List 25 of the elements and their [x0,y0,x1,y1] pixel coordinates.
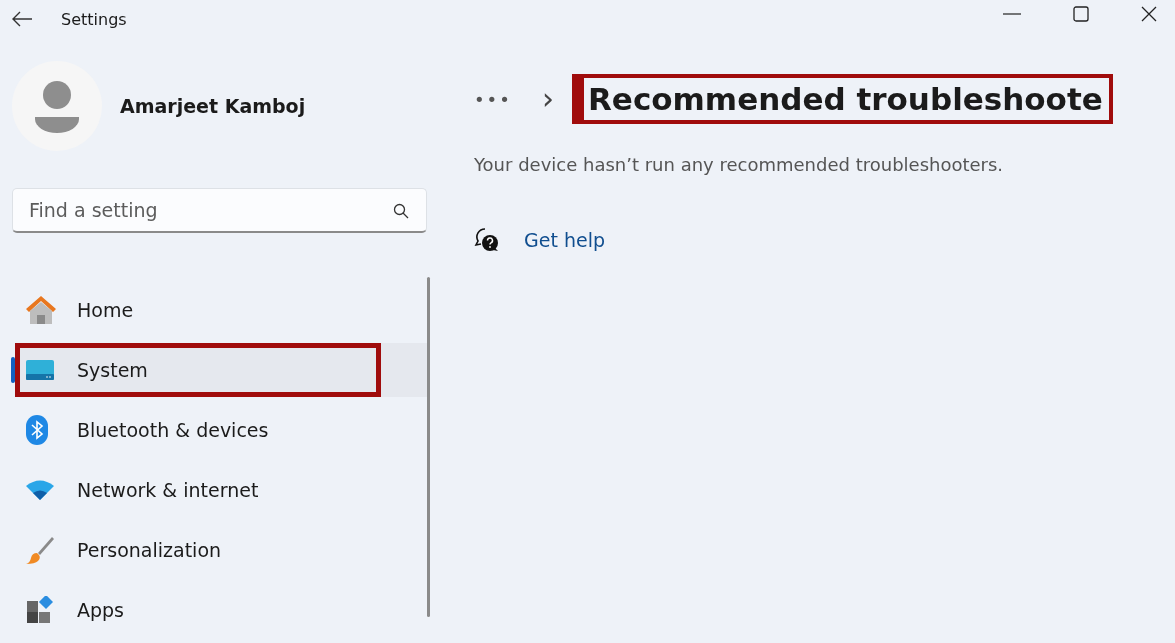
avatar-icon [12,61,102,151]
close-icon[interactable] [1141,6,1157,22]
page-title: Recommended troubleshoote [572,74,1113,125]
nav-item[interactable]: Apps [15,583,427,637]
wifi-icon [25,479,55,501]
search-icon[interactable] [393,203,409,219]
monitor-icon [25,359,55,381]
user-name: Amarjeet Kamboj [120,95,306,117]
house-icon [25,295,57,325]
chevron-icon: › [542,84,572,115]
bluetooth-icon [25,415,49,445]
get-help-link[interactable]: Get help [524,229,605,252]
status-message: Your device hasn’t run any recommended troubleshooters. [474,154,1005,176]
more-button[interactable]: ••• [474,88,542,110]
search-field[interactable]: Find a setting [12,188,427,233]
nav-item[interactable]: Personalization [15,523,427,577]
maximize-icon[interactable] [1073,6,1089,22]
apps-icon [25,596,53,624]
window-title: Settings [61,9,127,29]
back-arrow-icon[interactable] [11,11,33,27]
help-chat-icon [474,227,500,254]
nav-item[interactable]: Home [15,283,427,337]
nav-item[interactable]: Bluetooth & devices [15,403,427,457]
nav-item[interactable]: Network & internet [15,463,427,517]
paintbrush-icon [25,535,55,565]
